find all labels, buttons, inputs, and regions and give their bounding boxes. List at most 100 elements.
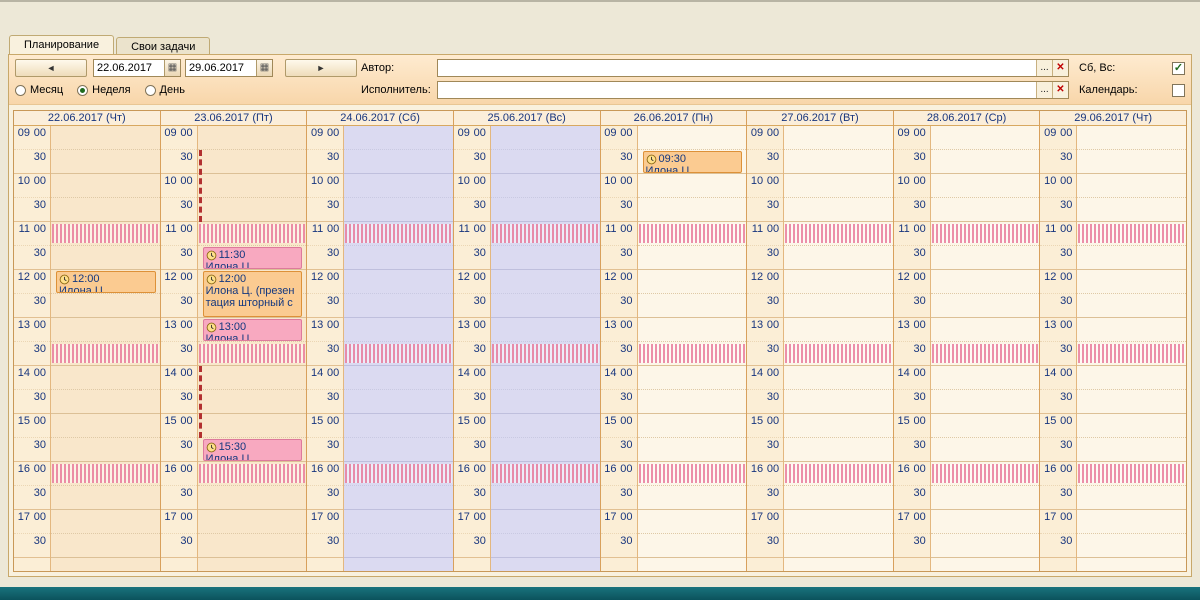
next-period-button[interactable]: ►	[285, 59, 357, 77]
time-slot[interactable]	[784, 438, 893, 462]
time-slot[interactable]	[638, 366, 747, 390]
executor-clear-button[interactable]: ✕	[1052, 82, 1068, 98]
time-slot[interactable]	[784, 366, 893, 390]
time-slot[interactable]	[784, 510, 893, 534]
time-slot[interactable]	[344, 318, 453, 342]
time-slot[interactable]	[51, 318, 160, 342]
day-area[interactable]: 11:30Илона Ц.12:00Илона Ц. (презентация …	[198, 126, 307, 571]
view-option[interactable]: Месяц	[15, 84, 63, 96]
time-slot[interactable]	[784, 126, 893, 150]
time-slot[interactable]	[1077, 390, 1186, 414]
time-slot[interactable]	[1077, 438, 1186, 462]
date-to-input[interactable]	[186, 60, 256, 76]
time-slot[interactable]	[1077, 534, 1186, 558]
time-slot[interactable]	[638, 486, 747, 510]
time-slot[interactable]	[491, 246, 600, 270]
time-slot[interactable]	[198, 486, 307, 510]
time-slot[interactable]	[344, 270, 453, 294]
author-select-button[interactable]: ...	[1036, 60, 1052, 76]
time-slot[interactable]	[51, 174, 160, 198]
time-slot[interactable]	[638, 294, 747, 318]
time-slot[interactable]	[784, 486, 893, 510]
time-slot[interactable]	[344, 246, 453, 270]
time-slot[interactable]	[344, 438, 453, 462]
time-slot[interactable]	[344, 126, 453, 150]
time-slot[interactable]	[638, 198, 747, 222]
time-slot[interactable]	[931, 486, 1040, 510]
time-slot[interactable]	[198, 534, 307, 558]
time-slot[interactable]	[638, 414, 747, 438]
time-slot[interactable]	[931, 198, 1040, 222]
day-area[interactable]	[491, 126, 600, 571]
time-slot[interactable]	[638, 318, 747, 342]
time-slot[interactable]	[51, 510, 160, 534]
time-slot[interactable]	[198, 390, 307, 414]
time-slot[interactable]	[784, 246, 893, 270]
time-slot[interactable]	[491, 318, 600, 342]
time-slot[interactable]	[51, 534, 160, 558]
executor-input[interactable]	[438, 82, 1036, 98]
time-slot[interactable]	[784, 270, 893, 294]
time-slot[interactable]	[51, 246, 160, 270]
time-slot[interactable]	[638, 246, 747, 270]
time-slot[interactable]	[784, 534, 893, 558]
time-slot[interactable]	[51, 486, 160, 510]
time-slot[interactable]	[784, 390, 893, 414]
time-slot[interactable]	[1077, 510, 1186, 534]
time-slot[interactable]	[784, 318, 893, 342]
time-slot[interactable]	[931, 390, 1040, 414]
time-slot[interactable]	[638, 534, 747, 558]
time-slot[interactable]	[491, 534, 600, 558]
time-slot[interactable]	[491, 486, 600, 510]
time-slot[interactable]	[1077, 246, 1186, 270]
time-slot[interactable]	[1077, 294, 1186, 318]
tab[interactable]: Свои задачи	[116, 37, 210, 54]
time-slot[interactable]	[931, 294, 1040, 318]
time-slot[interactable]	[198, 414, 307, 438]
time-slot[interactable]	[931, 510, 1040, 534]
calendar-event[interactable]: 11:30Илона Ц.	[203, 247, 303, 269]
time-slot[interactable]	[638, 126, 747, 150]
time-slot[interactable]	[344, 414, 453, 438]
time-slot[interactable]	[931, 534, 1040, 558]
time-slot[interactable]	[1077, 174, 1186, 198]
time-slot[interactable]	[638, 270, 747, 294]
calendar-event[interactable]: 12:00Илона Ц. (презентация шторный с	[203, 271, 303, 317]
time-slot[interactable]	[1077, 318, 1186, 342]
time-slot[interactable]	[491, 150, 600, 174]
day-area[interactable]	[784, 126, 893, 571]
time-slot[interactable]	[638, 174, 747, 198]
view-option[interactable]: День	[145, 84, 185, 96]
day-area[interactable]	[344, 126, 453, 571]
time-slot[interactable]	[51, 390, 160, 414]
author-input[interactable]	[438, 60, 1036, 76]
time-slot[interactable]	[344, 150, 453, 174]
time-slot[interactable]	[491, 270, 600, 294]
time-slot[interactable]	[491, 366, 600, 390]
calendar-picker-icon[interactable]: ▦	[256, 60, 272, 76]
time-slot[interactable]	[491, 390, 600, 414]
time-slot[interactable]	[51, 198, 160, 222]
time-slot[interactable]	[344, 294, 453, 318]
time-slot[interactable]	[1077, 270, 1186, 294]
time-slot[interactable]	[51, 438, 160, 462]
time-slot[interactable]	[931, 270, 1040, 294]
time-slot[interactable]	[198, 174, 307, 198]
time-slot[interactable]	[51, 150, 160, 174]
weekend-checkbox[interactable]	[1172, 62, 1185, 75]
time-slot[interactable]	[491, 510, 600, 534]
time-slot[interactable]	[344, 534, 453, 558]
time-slot[interactable]	[1077, 150, 1186, 174]
time-slot[interactable]	[931, 366, 1040, 390]
time-slot[interactable]	[198, 126, 307, 150]
time-slot[interactable]	[51, 294, 160, 318]
time-slot[interactable]	[198, 150, 307, 174]
time-slot[interactable]	[344, 366, 453, 390]
time-slot[interactable]	[931, 414, 1040, 438]
time-slot[interactable]	[344, 510, 453, 534]
calendar-event[interactable]: 15:30Илона Ц.	[203, 439, 303, 461]
day-area[interactable]	[1077, 126, 1186, 571]
time-slot[interactable]	[491, 198, 600, 222]
executor-select-button[interactable]: ...	[1036, 82, 1052, 98]
time-slot[interactable]	[784, 198, 893, 222]
